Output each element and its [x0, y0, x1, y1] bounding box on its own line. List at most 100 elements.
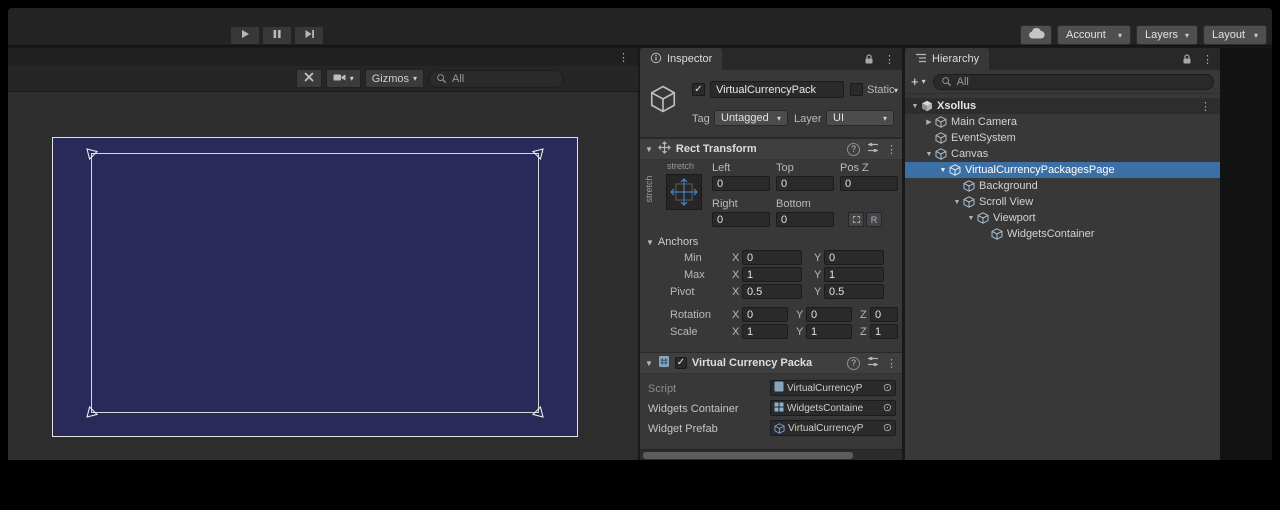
hierarchy-item-virtualcurrencypackagespage[interactable]: ▼ VirtualCurrencyPackagesPage — [905, 162, 1220, 178]
static-dropdown-icon[interactable]: ▾ — [894, 86, 898, 95]
hierarchy-item-background[interactable]: Background — [905, 178, 1220, 194]
min-x-field[interactable]: 0 — [742, 250, 802, 265]
account-dropdown[interactable]: Account ▾ — [1057, 25, 1131, 45]
scene-menu-icon[interactable]: ⋮ — [618, 51, 629, 64]
foldout-arrow-icon[interactable]: ▼ — [645, 145, 653, 154]
right-field[interactable]: 0 — [712, 212, 770, 227]
hierarchy-item-xsollus[interactable]: ▼ Xsollus ⋮ — [905, 98, 1220, 114]
anchors-foldout[interactable]: ▼ Anchors — [646, 236, 698, 248]
hierarchy-menu-icon[interactable]: ⋮ — [1202, 53, 1213, 66]
layout-dropdown[interactable]: Layout ▾ — [1203, 25, 1267, 45]
layer-dropdown[interactable]: UI ▾ — [826, 110, 894, 126]
max-x-field[interactable]: 1 — [742, 267, 802, 282]
name-field[interactable] — [710, 81, 844, 98]
hierarchy-item-main-camera[interactable]: ▶ Main Camera — [905, 114, 1220, 130]
script-component-header[interactable]: ▼ ✓ Virtual Currency Packa ? ⋮ — [640, 352, 902, 374]
scene-options-icon[interactable]: ⋮ — [1200, 100, 1220, 113]
tab-inspector[interactable]: Inspector — [640, 48, 722, 70]
object-picker-icon[interactable]: ⊙ — [883, 423, 892, 434]
script-object-field[interactable]: VirtualCurrencyP ⊙ — [770, 380, 896, 396]
x-label: X — [732, 286, 739, 298]
gizmo-corner-handle[interactable] — [85, 147, 99, 161]
tab-hierarchy[interactable]: Hierarchy — [905, 48, 989, 70]
expand-arrow-icon[interactable]: ▼ — [923, 151, 935, 158]
active-checkbox[interactable]: ✓ — [692, 83, 705, 96]
pause-button[interactable] — [262, 26, 292, 45]
object-picker-icon[interactable]: ⊙ — [883, 383, 892, 394]
inspector-menu-icon[interactable]: ⋮ — [884, 53, 895, 66]
rotation-x-field[interactable]: 0 — [742, 307, 788, 322]
min-y-field[interactable]: 0 — [824, 250, 884, 265]
blueprint-mode-toggle[interactable] — [848, 212, 864, 227]
gizmo-corner-handle[interactable] — [531, 147, 545, 161]
hierarchy-search-input[interactable]: All — [933, 74, 1214, 90]
item-label: Main Camera — [951, 116, 1017, 128]
account-label: Account — [1066, 29, 1106, 41]
component-menu-icon[interactable]: ⋮ — [886, 357, 897, 370]
canvas-gizmo-rect[interactable] — [52, 137, 578, 437]
hierarchy-item-canvas[interactable]: ▼ Canvas — [905, 146, 1220, 162]
pivot-x-field[interactable]: 0.5 — [742, 284, 802, 299]
lock-icon[interactable] — [863, 53, 875, 65]
gizmos-dropdown[interactable]: Gizmos ▾ — [365, 69, 424, 88]
step-icon — [304, 29, 315, 42]
scale-y-field[interactable]: 1 — [806, 324, 852, 339]
expand-arrow-icon[interactable]: ▼ — [951, 199, 963, 206]
top-field[interactable]: 0 — [776, 176, 834, 191]
foldout-arrow-icon[interactable]: ▼ — [645, 359, 653, 368]
expand-arrow-icon[interactable]: ▼ — [965, 215, 977, 222]
bottom-field[interactable]: 0 — [776, 212, 834, 227]
cloud-services-button[interactable] — [1020, 25, 1052, 45]
tools-button[interactable] — [296, 69, 322, 88]
inspector-tab-bar: Inspector ⋮ — [640, 48, 902, 70]
pos-z-field[interactable]: 0 — [840, 176, 898, 191]
component-enabled-checkbox[interactable]: ✓ — [675, 357, 687, 369]
scale-x-field[interactable]: 1 — [742, 324, 788, 339]
inspector-horizontal-scrollbar[interactable] — [640, 449, 902, 460]
rect-transform-gizmo[interactable] — [91, 153, 539, 413]
rotation-y-field[interactable]: 0 — [806, 307, 852, 322]
camera-dropdown[interactable]: ▾ — [326, 69, 361, 88]
expand-arrow-icon[interactable]: ▼ — [909, 103, 921, 110]
widgets-container-field[interactable]: WidgetsContaine ⊙ — [770, 400, 896, 416]
scene-search-input[interactable]: All — [428, 70, 564, 88]
lock-icon[interactable] — [1181, 53, 1193, 65]
play-button[interactable] — [230, 26, 260, 45]
expand-arrow-icon[interactable]: ▼ — [937, 167, 949, 174]
presets-icon[interactable] — [867, 356, 879, 370]
help-icon[interactable]: ? — [847, 357, 860, 370]
max-y-field[interactable]: 1 — [824, 267, 884, 282]
static-checkbox[interactable] — [850, 83, 863, 96]
scene-viewport[interactable] — [8, 92, 638, 460]
hierarchy-tree: ▼ Xsollus ⋮ ▶ Main Camera EventSystem ▼ … — [905, 98, 1220, 242]
game-object-icon[interactable] — [648, 84, 678, 117]
gizmo-corner-handle[interactable] — [85, 405, 99, 419]
object-picker-icon[interactable]: ⊙ — [883, 403, 892, 414]
left-field[interactable]: 0 — [712, 176, 770, 191]
hierarchy-item-scroll-view[interactable]: ▼ Scroll View — [905, 194, 1220, 210]
chevron-down-icon: ▾ — [877, 114, 887, 123]
component-menu-icon[interactable]: ⋮ — [886, 143, 897, 156]
presets-icon[interactable] — [867, 142, 879, 156]
gizmo-corner-handle[interactable] — [531, 405, 545, 419]
tag-dropdown[interactable]: Untagged ▾ — [714, 110, 788, 126]
step-button[interactable] — [294, 26, 324, 45]
add-object-button[interactable]: + ▾ — [911, 75, 926, 88]
widget-prefab-field[interactable]: VirtualCurrencyP ⊙ — [770, 420, 896, 436]
item-label: Canvas — [951, 148, 988, 160]
expand-arrow-icon[interactable]: ▶ — [923, 118, 935, 126]
hierarchy-item-viewport[interactable]: ▼ Viewport — [905, 210, 1220, 226]
raw-edit-toggle[interactable]: R — [866, 212, 882, 227]
scrollbar-thumb[interactable] — [643, 452, 853, 459]
layers-label: Layers — [1145, 29, 1178, 41]
help-icon[interactable]: ? — [847, 143, 860, 156]
rotation-z-field[interactable]: 0 — [870, 307, 898, 322]
y-label: Y — [814, 286, 821, 298]
hierarchy-item-widgetscontainer[interactable]: WidgetsContainer — [905, 226, 1220, 242]
layers-dropdown[interactable]: Layers ▾ — [1136, 25, 1198, 45]
rect-transform-header[interactable]: ▼ Rect Transform ? ⋮ — [640, 138, 902, 160]
hierarchy-item-eventsystem[interactable]: EventSystem — [905, 130, 1220, 146]
pivot-y-field[interactable]: 0.5 — [824, 284, 884, 299]
anchor-preset-widget[interactable] — [666, 174, 702, 210]
scale-z-field[interactable]: 1 — [870, 324, 898, 339]
